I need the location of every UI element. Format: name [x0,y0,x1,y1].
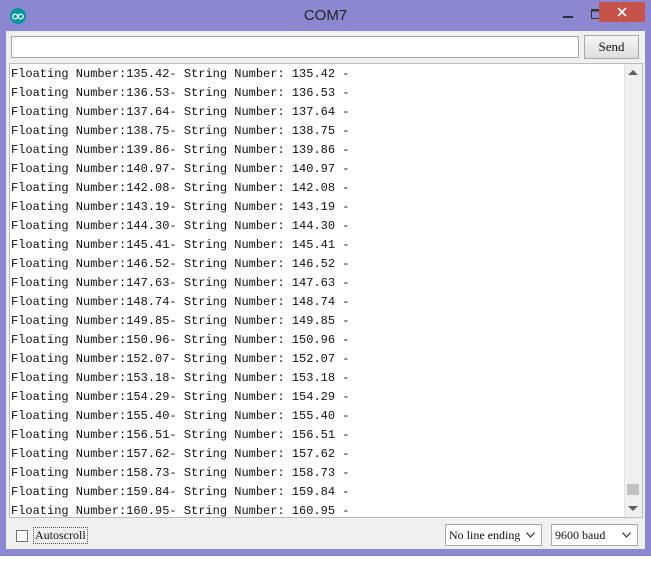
chevron-down-icon [526,532,535,538]
output-line: Floating Number:149.85- String Number: 1… [11,314,350,328]
line-ending-value: No line ending [449,527,521,542]
scroll-thumb[interactable] [627,484,639,495]
send-input[interactable] [11,36,579,58]
line-ending-select[interactable]: No line ending [445,524,542,546]
scroll-down-icon[interactable] [628,506,638,511]
title-bar[interactable]: COM7 [0,0,651,31]
output-line: Floating Number:153.18- String Number: 1… [11,371,350,385]
output-line: Floating Number:136.53- String Number: 1… [11,86,350,100]
footer-bar: Autoscroll No line ending 9600 baud [6,519,645,549]
output-line: Floating Number:144.30- String Number: 1… [11,219,350,233]
serial-monitor-window: COM7 Send Floating Number:135.42- String… [0,0,651,556]
output-line: Floating Number:159.84- String Number: 1… [11,485,350,499]
output-line: Floating Number:145.41- String Number: 1… [11,238,350,252]
output-line: Floating Number:150.96- String Number: 1… [11,333,350,347]
minimize-button[interactable] [555,4,581,24]
send-button[interactable]: Send [584,35,639,59]
output-line: Floating Number:146.52- String Number: 1… [11,257,350,271]
autoscroll-toggle[interactable]: Autoscroll [16,527,88,544]
autoscroll-label[interactable]: Autoscroll [33,527,88,544]
output-line: Floating Number:148.74- String Number: 1… [11,295,350,309]
output-line: Floating Number:157.62- String Number: 1… [11,447,350,461]
serial-monitor-client: Send Floating Number:135.42- String Numb… [6,31,645,549]
baud-rate-select[interactable]: 9600 baud [551,524,638,546]
close-icon [617,7,627,17]
autoscroll-checkbox[interactable] [16,529,28,542]
output-line: Floating Number:152.07- String Number: 1… [11,352,350,366]
minimize-icon [563,16,573,18]
chevron-down-icon [622,532,631,538]
output-line: Floating Number:155.40- String Number: 1… [11,409,350,423]
output-line: Floating Number:156.51- String Number: 1… [11,428,350,442]
output-lines: Floating Number:135.42- String Number: 1… [11,65,350,518]
window-title: COM7 [303,7,348,24]
output-line: Floating Number:137.64- String Number: 1… [11,105,350,119]
scroll-up-icon[interactable] [628,70,638,75]
output-line: Floating Number:158.73- String Number: 1… [11,466,350,480]
output-line: Floating Number:160.95- String Number: 1… [11,504,350,518]
serial-output[interactable]: Floating Number:135.42- String Number: 1… [9,63,643,518]
close-button[interactable] [599,2,645,22]
output-line: Floating Number:147.63- String Number: 1… [11,276,350,290]
output-line: Floating Number:139.86- String Number: 1… [11,143,350,157]
baud-rate-value: 9600 baud [555,527,606,542]
output-line: Floating Number:140.97- String Number: 1… [11,162,350,176]
output-line: Floating Number:135.42- String Number: 1… [11,67,350,81]
output-line: Floating Number:142.08- String Number: 1… [11,181,350,195]
output-line: Floating Number:154.29- String Number: 1… [11,390,350,404]
output-line: Floating Number:143.19- String Number: 1… [11,200,350,214]
vertical-scrollbar[interactable] [624,64,642,517]
output-line: Floating Number:138.75- String Number: 1… [11,124,350,138]
